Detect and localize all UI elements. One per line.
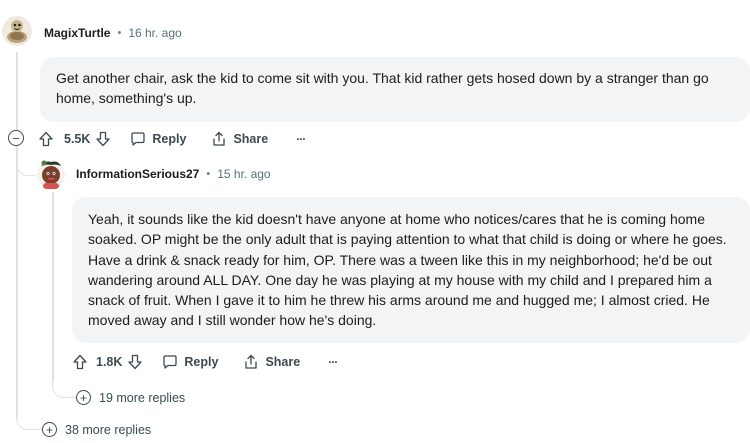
expand-symbol: + [45,422,53,437]
comment1-meta: MagixTurtle • 16 hr. ago [44,26,182,40]
comment1-vote-count: 5.5K [64,132,91,146]
comment1-timestamp[interactable]: 16 hr. ago [128,26,181,40]
upvote-icon [39,131,53,147]
expand-icon: + [76,390,91,405]
comment1-actions: 5.5K Reply Share ··· [38,130,306,148]
comment1-reply-label: Reply [152,132,187,146]
comment2-body: Yeah, it sounds like the kid doesn't hav… [72,197,750,343]
comment1-overflow-button[interactable]: ··· [296,132,306,146]
collapse-thread-button[interactable]: − [8,130,24,146]
comment-icon [131,132,146,146]
avatar-turtle[interactable] [2,16,32,46]
comment2-upvote-button[interactable] [72,354,92,370]
comment1-share-label: Share [233,132,269,146]
comment1-text: Get another chair, ask the kid to come s… [56,70,709,107]
overflow-icon: ··· [296,132,306,146]
comment2-downvote-button[interactable] [127,354,147,370]
comment2-username[interactable]: InformationSerious27 [76,167,199,181]
comment1-body: Get another chair, ask the kid to come s… [40,57,750,122]
share-icon [245,354,258,369]
thread-more-replies-label: 38 more replies [65,422,152,437]
comment1-upvote-button[interactable] [38,131,58,147]
share-icon [213,131,226,146]
thread-curve-to-reply [16,150,36,176]
thread-line-main-lower [16,146,18,418]
comment2-more-replies[interactable]: + 19 more replies [76,390,185,405]
expand-symbol: + [79,390,87,405]
thread-curve-reply-more [52,378,76,398]
comment2-meta: InformationSerious27 • 15 hr. ago [76,167,271,181]
overflow-icon: ··· [328,355,338,369]
downvote-icon [96,131,111,147]
thread-line-main [16,52,18,131]
comment2-reply-button[interactable]: Reply [162,354,218,370]
comment2-share-button[interactable]: Share [243,354,300,370]
comment1-downvote-button[interactable] [95,131,115,147]
comment2-overflow-button[interactable]: ··· [328,355,338,369]
comment2-vote-count: 1.8K [96,355,123,369]
thread-more-replies[interactable]: + 38 more replies [42,422,151,437]
avatar-character-icon [37,160,65,189]
comment1-share-button[interactable]: Share [211,131,268,147]
comment2-separator: • [206,168,211,180]
thread-line-reply [52,192,54,382]
downvote-icon [128,354,143,370]
comment1-separator: • [117,27,122,39]
expand-icon: + [42,422,57,437]
avatar-character[interactable] [36,158,66,190]
comment2-reply-label: Reply [184,355,219,369]
comment2-timestamp[interactable]: 15 hr. ago [217,167,270,181]
comment-icon [163,355,178,369]
comment1-reply-button[interactable]: Reply [130,131,186,147]
upvote-icon [73,354,87,370]
comment1-username[interactable]: MagixTurtle [44,26,110,40]
avatar-turtle-icon [2,16,32,46]
collapse-icon: − [12,130,20,146]
comment2-text: Yeah, it sounds like the kid doesn't hav… [88,211,727,329]
comment2-share-label: Share [265,355,301,369]
comment2-more-replies-label: 19 more replies [99,390,186,405]
comment2-actions: 1.8K Reply Share ··· [72,353,338,371]
thread-curve-to-more [16,412,42,430]
